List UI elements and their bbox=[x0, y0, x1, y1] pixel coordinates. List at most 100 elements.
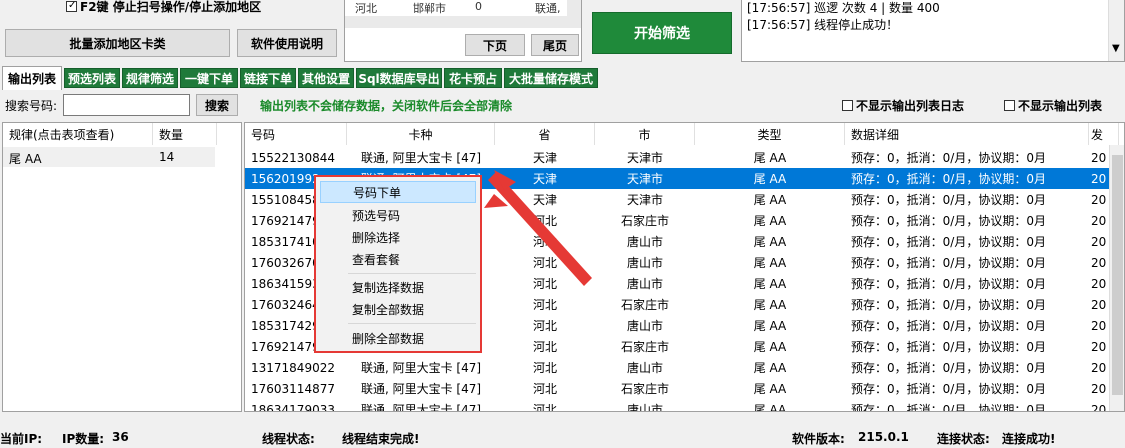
hide-log-option[interactable]: 不显示输出列表日志 bbox=[842, 97, 964, 114]
menu-item-view-package[interactable]: 查看套餐 bbox=[320, 248, 476, 270]
mini-cell-carrier: 联通, bbox=[535, 2, 561, 15]
search-input[interactable] bbox=[63, 94, 190, 116]
col-header-number[interactable]: 号码 bbox=[245, 123, 347, 145]
tab-other-settings[interactable]: 其他设置 bbox=[298, 68, 354, 88]
city-cell: 唐山市 bbox=[626, 361, 663, 375]
city-cell: 唐山市 bbox=[626, 319, 663, 333]
hide-log-label: 不显示输出列表日志 bbox=[856, 99, 965, 113]
mini-table-row[interactable]: 河北 邯郸市 0 联通, bbox=[345, 0, 567, 15]
menu-item-order-number[interactable]: 号码下单 bbox=[320, 181, 476, 203]
search-button[interactable]: 搜索 bbox=[196, 94, 238, 116]
rule-table: 规律(点击表项查看) 数量 尾 AA 14 bbox=[2, 122, 242, 412]
details-cell: 预存：0，抵消：0/月，协议期：0月 bbox=[851, 256, 1046, 270]
tab-flower-card[interactable]: 花卡预占 bbox=[444, 68, 502, 88]
log-scrollbar[interactable]: ▼ bbox=[1108, 0, 1124, 61]
details-cell: 预存：0，抵消：0/月，协议期：0月 bbox=[851, 172, 1046, 186]
hide-list-option[interactable]: 不显示输出列表 bbox=[1004, 97, 1102, 114]
mini-scrollbar-v[interactable] bbox=[567, 0, 581, 16]
province-cell: 河北 bbox=[532, 403, 557, 412]
hide-list-checkbox[interactable] bbox=[1004, 100, 1015, 111]
number-cell: 15522130844 bbox=[251, 150, 335, 165]
tab-bulk-storage[interactable]: 大批量储存模式 bbox=[504, 68, 598, 88]
status-thread-value: 线程结束完成! bbox=[342, 432, 420, 446]
scroll-thumb[interactable] bbox=[1112, 155, 1123, 395]
tab-output-list[interactable]: 输出列表 bbox=[2, 66, 62, 90]
menu-separator bbox=[348, 323, 476, 324]
tab-preselect-list[interactable]: 预选列表 bbox=[64, 68, 120, 88]
status-ip-label: 当前IP: bbox=[0, 432, 43, 446]
mini-cell-province: 河北 bbox=[355, 2, 377, 15]
city-cell: 天津市 bbox=[626, 151, 663, 165]
col-header-province[interactable]: 省 bbox=[495, 123, 595, 145]
table-row[interactable]: 17603114877 联通, 阿里大宝卡 [47] 河北 石家庄市 尾 AA 预存：0，… bbox=[245, 378, 1109, 399]
hide-list-label: 不显示输出列表 bbox=[1018, 99, 1103, 113]
city-cell: 石家庄市 bbox=[620, 214, 669, 228]
province-cell: 河北 bbox=[532, 382, 557, 396]
rule-table-header-rule[interactable]: 规律(点击表项查看) bbox=[3, 123, 153, 145]
col-header-card-type[interactable]: 卡种 bbox=[347, 123, 495, 145]
details-cell: 预存：0，抵消：0/月，协议期：0月 bbox=[851, 193, 1046, 207]
context-menu: 号码下单 预选号码 删除选择 查看套餐 复制选择数据 复制全部数据 删除全部数据 bbox=[314, 175, 482, 353]
col-header-city[interactable]: 市 bbox=[595, 123, 695, 145]
rule-table-header-count[interactable]: 数量 bbox=[153, 123, 217, 145]
last-page-button[interactable]: 尾页 bbox=[531, 34, 579, 56]
tab-sql-export[interactable]: Sql数据库导出 bbox=[356, 68, 442, 88]
log-line: [17:56:57] 巡逻 次数 4 | 数量 400 bbox=[747, 1, 940, 15]
details-cell: 预存：0，抵消：0/月，协议期：0月 bbox=[851, 298, 1046, 312]
details-cell: 预存：0，抵消：0/月，协议期：0月 bbox=[851, 319, 1046, 333]
type-cell: 尾 AA bbox=[753, 382, 787, 396]
type-cell: 尾 AA bbox=[753, 298, 787, 312]
help-button[interactable]: 软件使用说明 bbox=[237, 29, 337, 57]
col-header-type[interactable]: 类型 bbox=[695, 123, 845, 145]
province-cell: 河北 bbox=[532, 298, 557, 312]
details-cell: 预存：0，抵消：0/月，协议期：0月 bbox=[851, 151, 1046, 165]
status-version-label: 软件版本: bbox=[792, 432, 845, 446]
log-line: [17:56:57] 线程停止成功！ bbox=[747, 18, 899, 32]
start-button[interactable]: 开始筛选 bbox=[592, 12, 732, 54]
prev-page-button[interactable]: 下页 bbox=[465, 34, 525, 56]
mini-scrollbar-h[interactable] bbox=[345, 16, 581, 28]
number-cell: 13171849022 bbox=[251, 360, 335, 375]
type-cell: 尾 AA bbox=[753, 172, 787, 186]
table-scrollbar[interactable] bbox=[1109, 145, 1124, 411]
mini-cell-count: 0 bbox=[475, 0, 482, 13]
menu-item-copy-all[interactable]: 复制全部数据 bbox=[320, 298, 476, 320]
batch-add-button[interactable]: 批量添加地区卡类 bbox=[5, 29, 230, 57]
details-cell: 预存：0，抵消：0/月，协议期：0月 bbox=[851, 361, 1046, 375]
col-header-extra[interactable]: 发 bbox=[1089, 123, 1119, 145]
tab-one-click-order[interactable]: 一键下单 bbox=[180, 68, 238, 88]
card-type-cell: 联通, 阿里大宝卡 [47] bbox=[360, 361, 482, 375]
city-cell: 石家庄市 bbox=[620, 298, 669, 312]
hide-log-checkbox[interactable] bbox=[842, 100, 853, 111]
f2-checkbox[interactable]: ✓ bbox=[66, 0, 77, 12]
card-type-cell: 联通, 阿里大宝卡 [47] bbox=[360, 151, 482, 165]
table-row[interactable]: 18634179033 联通, 阿里大宝卡 [47] 河北 唐山市 尾 AA 预存：0，抵… bbox=[245, 399, 1109, 412]
check-icon: ✓ bbox=[68, 0, 77, 11]
col-header-details[interactable]: 数据详细 bbox=[845, 123, 1089, 145]
f2-checkbox-row[interactable]: ✓ F2键 停止扫号操作/停止添加地区 bbox=[66, 0, 261, 15]
city-cell: 石家庄市 bbox=[620, 340, 669, 354]
details-cell: 预存：0，抵消：0/月，协议期：0月 bbox=[851, 382, 1046, 396]
table-row[interactable]: 13171849022 联通, 阿里大宝卡 [47] 河北 唐山市 尾 AA 预存：0，抵… bbox=[245, 357, 1109, 378]
status-version-value: 215.0.1 bbox=[858, 430, 909, 444]
menu-item-delete-all[interactable]: 删除全部数据 bbox=[320, 327, 476, 349]
tab-link-order[interactable]: 链接下单 bbox=[240, 68, 296, 88]
status-ip-count: 36 bbox=[112, 430, 129, 444]
scroll-down-icon[interactable]: ▼ bbox=[1112, 43, 1120, 54]
province-cell: 河北 bbox=[532, 361, 557, 375]
menu-item-copy-selected[interactable]: 复制选择数据 bbox=[320, 276, 476, 298]
menu-item-delete-selection[interactable]: 删除选择 bbox=[320, 226, 476, 248]
status-thread-label: 线程状态: bbox=[262, 432, 315, 446]
menu-item-preselect-number[interactable]: 预选号码 bbox=[320, 204, 476, 226]
status-ip-count-label: IP数量: bbox=[62, 432, 105, 446]
rule-cell: 尾 AA bbox=[9, 152, 42, 166]
card-type-cell: 联通, 阿里大宝卡 [47] bbox=[360, 382, 482, 396]
table-row[interactable]: 尾 AA 14 bbox=[3, 147, 215, 167]
log-panel: [17:56:57] 巡逻 次数 4 | 数量 400 [17:56:57] 线… bbox=[741, 0, 1125, 62]
status-conn-value: 连接成功! bbox=[1002, 432, 1056, 446]
table-row[interactable]: 15522130844 联通, 阿里大宝卡 [47] 天津 天津市尾 AA 预存：0，抵… bbox=[245, 147, 1109, 168]
status-conn-label: 连接状态: bbox=[937, 432, 990, 446]
type-cell: 尾 AA bbox=[753, 361, 787, 375]
tab-rule-filter[interactable]: 规律筛选 bbox=[122, 68, 178, 88]
details-cell: 预存：0，抵消：0/月，协议期：0月 bbox=[851, 340, 1046, 354]
